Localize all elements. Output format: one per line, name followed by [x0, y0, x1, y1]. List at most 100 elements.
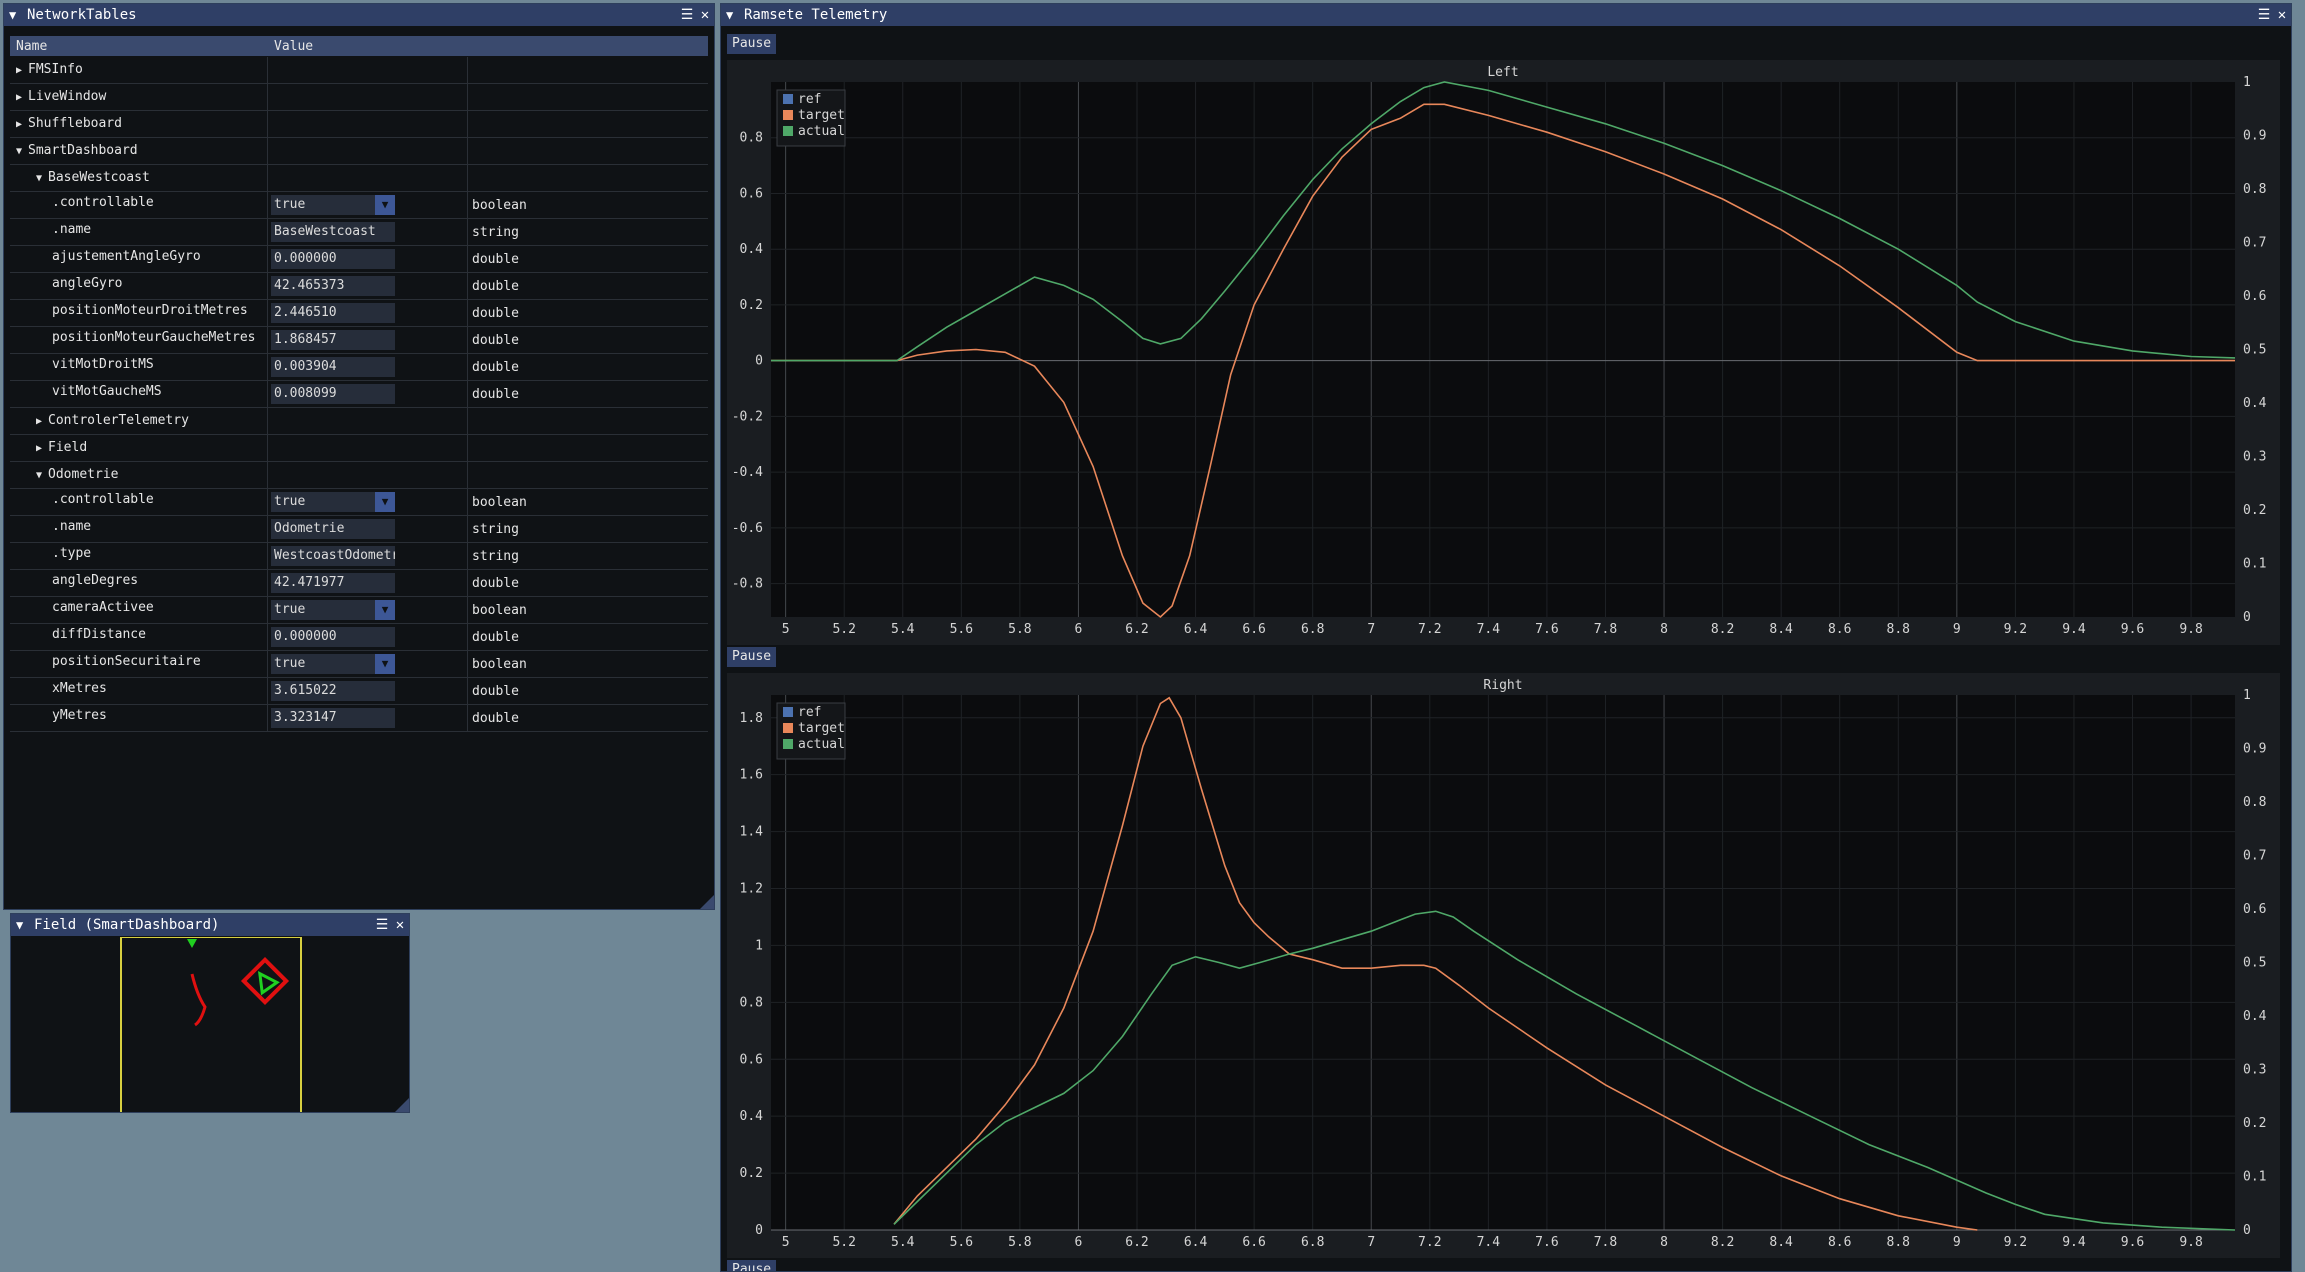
menu-icon[interactable]: ☰	[678, 7, 696, 23]
robot-icon[interactable]	[240, 956, 290, 1006]
chevron-down-icon[interactable]: ▼	[375, 654, 395, 674]
plot-right-svg[interactable]: Right 5 5.2 5.4 5.6 5.8 6 6.2 6.4 6.6 6.8 7 7.2 7.4 7.…	[727, 673, 2280, 1258]
collapse-icon[interactable]: ▼	[16, 918, 28, 932]
collapsed-arrow-icon[interactable]: ▶	[16, 119, 22, 130]
table-row[interactable]: cameraActivee true ▼ boolean	[10, 597, 708, 624]
ramsete-titlebar[interactable]: ▼ Ramsete Telemetry ☰ ✕	[721, 4, 2291, 26]
table-row[interactable]: .name BaseWestcoast string	[10, 219, 708, 246]
menu-icon[interactable]: ☰	[373, 917, 391, 933]
chevron-down-icon[interactable]: ▼	[375, 195, 395, 215]
field-titlebar[interactable]: ▼ Field (SmartDashboard) ☰ ✕	[11, 914, 409, 936]
collapsed-arrow-icon[interactable]: ▶	[36, 443, 42, 454]
pause-button-left[interactable]: Pause	[727, 34, 777, 54]
table-row[interactable]: ▼ Odometrie	[10, 462, 708, 489]
value-input[interactable]: 0.003904	[271, 357, 395, 377]
table-row[interactable]: yMetres 3.323147 double	[10, 705, 708, 732]
table-row[interactable]: vitMotDroitMS 0.003904 double	[10, 354, 708, 381]
x-tick-label: 7.6	[1535, 1235, 1558, 1250]
expanded-arrow-icon[interactable]: ▼	[36, 173, 42, 184]
pause-button-third[interactable]: Pause	[727, 1260, 777, 1271]
legend-label[interactable]: ref	[798, 92, 821, 107]
table-row[interactable]: vitMotGaucheMS 0.008099 double	[10, 381, 708, 408]
close-icon[interactable]: ✕	[391, 917, 409, 933]
value-input[interactable]: BaseWestcoast	[271, 222, 395, 242]
menu-icon[interactable]: ☰	[2255, 7, 2273, 23]
plot-left-svg[interactable]: Left 5 5.2 5.4 5.6 5.8 6 6.2 6.4 6.6 6.8 7 7.2 7.4 7.6…	[727, 60, 2280, 645]
table-row[interactable]: ▶ Field	[10, 435, 708, 462]
plot-left[interactable]: Left 5 5.2 5.4 5.6 5.8 6 6.2 6.4 6.6 6.8 7 7.2 7.4 7.6…	[727, 60, 2280, 645]
value-input[interactable]: 3.323147	[271, 708, 395, 728]
table-row[interactable]: diffDistance 0.000000 double	[10, 624, 708, 651]
value-input[interactable]: 2.446510	[271, 303, 395, 323]
plot-right[interactable]: Right 5 5.2 5.4 5.6 5.8 6 6.2 6.4 6.6 6.8 7 7.2 7.4 7.…	[727, 673, 2280, 1258]
entry-name: angleDegres	[52, 573, 139, 588]
table-row[interactable]: angleDegres 42.471977 double	[10, 570, 708, 597]
legend-label[interactable]: actual	[798, 124, 845, 139]
name-cell: positionMoteurGaucheMetres	[10, 327, 268, 353]
entry-name: vitMotDroitMS	[52, 357, 154, 372]
boolean-select[interactable]: true ▼	[271, 195, 395, 215]
collapsed-arrow-icon[interactable]: ▶	[36, 416, 42, 427]
table-row[interactable]: ▶ LiveWindow	[10, 84, 708, 111]
table-row[interactable]: positionMoteurGaucheMetres 1.868457 double	[10, 327, 708, 354]
table-row[interactable]: .name Odometrie string	[10, 516, 708, 543]
value-input[interactable]: WestcoastOdometrie	[271, 546, 395, 566]
legend-label[interactable]: target	[798, 108, 845, 123]
plot-legend[interactable]: reftargetactual	[776, 702, 846, 760]
networktables-titlebar[interactable]: ▼ NetworkTables ☰ ✕	[4, 4, 714, 26]
field-canvas[interactable]	[11, 937, 409, 1113]
table-row[interactable]: positionMoteurDroitMetres 2.446510 double	[10, 300, 708, 327]
column-header-name: Name	[16, 38, 48, 54]
collapse-icon[interactable]: ▼	[726, 8, 738, 22]
value-input[interactable]: 3.615022	[271, 681, 395, 701]
collapse-icon[interactable]: ▼	[9, 8, 21, 22]
pause-button-right[interactable]: Pause	[727, 647, 777, 667]
table-row[interactable]: positionSecuritaire true ▼ boolean	[10, 651, 708, 678]
entry-type: double	[472, 305, 519, 321]
close-icon[interactable]: ✕	[2273, 7, 2291, 23]
collapsed-arrow-icon[interactable]: ▶	[16, 65, 22, 76]
value-input[interactable]: Odometrie	[271, 519, 395, 539]
value-input[interactable]: 42.465373	[271, 276, 395, 296]
value-input[interactable]: 0.008099	[271, 384, 395, 404]
legend-label[interactable]: target	[798, 721, 845, 736]
table-row[interactable]: .controllable true ▼ boolean	[10, 192, 708, 219]
table-row[interactable]: ajustementAngleGyro 0.000000 double	[10, 246, 708, 273]
table-row[interactable]: ▶ FMSInfo	[10, 57, 708, 84]
boolean-select[interactable]: true ▼	[271, 654, 395, 674]
networktables-tree: ▶ FMSInfo ▶ LiveWindow ▶ Shuffleboard ▼ SmartDa…	[10, 57, 708, 732]
expanded-arrow-icon[interactable]: ▼	[36, 470, 42, 481]
value-input[interactable]: 0.000000	[271, 249, 395, 269]
boolean-select[interactable]: true ▼	[271, 492, 395, 512]
table-row[interactable]: xMetres 3.615022 double	[10, 678, 708, 705]
name-cell: xMetres	[10, 678, 268, 704]
plot-legend[interactable]: reftargetactual	[776, 89, 846, 147]
collapsed-arrow-icon[interactable]: ▶	[16, 92, 22, 103]
legend-label[interactable]: actual	[798, 737, 845, 752]
boolean-select[interactable]: true ▼	[271, 600, 395, 620]
chevron-down-icon[interactable]: ▼	[375, 492, 395, 512]
table-row[interactable]: .type WestcoastOdometrie string	[10, 543, 708, 570]
value-cell: 0.008099	[268, 381, 468, 407]
y-tick-label: -0.8	[732, 577, 763, 592]
table-row[interactable]: .controllable true ▼ boolean	[10, 489, 708, 516]
entry-type: double	[472, 575, 519, 591]
resize-grip[interactable]	[395, 1098, 409, 1112]
value-cell: 42.465373	[268, 273, 468, 299]
table-row[interactable]: ▼ BaseWestcoast	[10, 165, 708, 192]
name-cell: cameraActivee	[10, 597, 268, 623]
value-input[interactable]: 1.868457	[271, 330, 395, 350]
legend-label[interactable]: ref	[798, 705, 821, 720]
close-icon[interactable]: ✕	[696, 7, 714, 23]
table-row[interactable]: ▼ SmartDashboard	[10, 138, 708, 165]
table-row[interactable]: angleGyro 42.465373 double	[10, 273, 708, 300]
resize-grip[interactable]	[700, 895, 714, 909]
x-tick-label: 9	[1953, 1235, 1961, 1250]
table-row[interactable]: ▶ Shuffleboard	[10, 111, 708, 138]
table-row[interactable]: ▶ ControlerTelemetry	[10, 408, 708, 435]
entry-type: double	[472, 683, 519, 699]
value-input[interactable]: 0.000000	[271, 627, 395, 647]
expanded-arrow-icon[interactable]: ▼	[16, 146, 22, 157]
chevron-down-icon[interactable]: ▼	[375, 600, 395, 620]
value-input[interactable]: 42.471977	[271, 573, 395, 593]
